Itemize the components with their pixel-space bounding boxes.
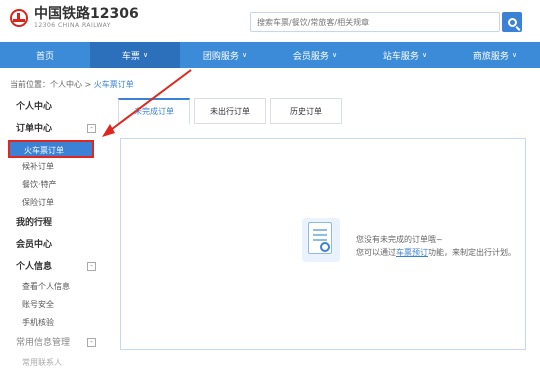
search-input[interactable] — [251, 13, 499, 31]
sidebar-item-insurance[interactable]: 保险订单 — [8, 194, 98, 212]
nav-label: 团购服务 — [202, 51, 239, 62]
sidebar-item-waitlist-orders[interactable]: 候补订单 — [8, 158, 98, 176]
sidebar-order-center[interactable]: 订单中心 - — [8, 118, 98, 140]
search-icon — [507, 17, 517, 27]
collapse-icon[interactable]: - — [87, 124, 96, 133]
chevron-down-icon: ∨ — [241, 51, 248, 59]
logo[interactable]: 中国铁路12306 12306 CHINA RAILWAY — [10, 7, 139, 29]
chevron-down-icon: ∨ — [511, 51, 518, 59]
nav-member[interactable]: 会员服务 ∨ — [270, 42, 360, 68]
sidebar-item-contacts[interactable]: 常用联系人 — [8, 354, 98, 372]
chevron-down-icon: ∨ — [421, 51, 428, 59]
breadcrumb: 当前位置：个人中心 > 火车票订单 — [10, 79, 134, 90]
nav-station[interactable]: 站车服务 ∨ — [360, 42, 450, 68]
arrow-head — [102, 124, 115, 137]
header: 中国铁路12306 12306 CHINA RAILWAY — [0, 0, 540, 42]
logo-subtitle: 12306 CHINA RAILWAY — [34, 22, 111, 29]
collapse-icon[interactable]: - — [87, 338, 96, 347]
nav-label: 首页 — [35, 51, 54, 62]
empty-line-1: 您没有未完成的订单哦~ — [356, 235, 443, 244]
chevron-down-icon: ∨ — [331, 51, 338, 59]
ticket-booking-link[interactable]: 车票预订 — [396, 248, 428, 257]
chevron-down-icon: ∨ — [142, 51, 149, 59]
nav-label: 车票 — [121, 51, 140, 62]
order-tabs: 未完成订单 未出行订单 历史订单 — [118, 98, 346, 124]
sidebar-item-account-security[interactable]: 账号安全 — [8, 296, 98, 314]
sidebar-item-phone-verify[interactable]: 手机核验 — [8, 314, 98, 332]
sidebar-common-info[interactable]: 常用信息管理 - — [8, 332, 98, 354]
breadcrumb-current: 火车票订单 — [93, 80, 134, 89]
nav-home[interactable]: 首页 — [0, 42, 90, 68]
search-button[interactable] — [502, 12, 522, 32]
nav-business[interactable]: 商旅服务 ∨ — [450, 42, 540, 68]
tab-history-orders[interactable]: 历史订单 — [270, 98, 342, 124]
sidebar-label: 个人信息 — [16, 262, 53, 272]
sidebar-label: 订单中心 — [16, 124, 53, 134]
sidebar-item-view-info[interactable]: 查看个人信息 — [8, 278, 98, 296]
nav-group-buy[interactable]: 团购服务 ∨ — [180, 42, 270, 68]
tab-incomplete-orders[interactable]: 未完成订单 — [118, 98, 190, 124]
empty-message: 您没有未完成的订单哦~ 您可以通过车票预订功能，来制定出行计划。 — [356, 233, 516, 259]
sidebar-item-train-orders[interactable]: 火车票订单 — [8, 140, 94, 158]
nav-label: 商旅服务 — [472, 51, 509, 62]
sidebar-my-trip[interactable]: 我的行程 — [8, 212, 98, 234]
nav-label: 会员服务 — [292, 51, 329, 62]
nav-label: 站车服务 — [382, 51, 419, 62]
empty-line-2: 您可以通过车票预订功能，来制定出行计划。 — [356, 246, 516, 259]
search-box — [250, 12, 500, 32]
empty-order-icon — [302, 218, 340, 262]
logo-title: 中国铁路12306 — [34, 6, 139, 22]
railway-logo-icon — [10, 9, 28, 27]
breadcrumb-path[interactable]: 当前位置：个人中心 > — [10, 80, 94, 89]
sidebar-personal-info[interactable]: 个人信息 - — [8, 256, 98, 278]
empty-text-suffix: 功能，来制定出行计划。 — [428, 248, 516, 257]
main-nav: 首页 车票 ∨ 团购服务 ∨ 会员服务 ∨ 站车服务 ∨ 商旅服务 ∨ — [0, 42, 540, 68]
collapse-icon[interactable]: - — [87, 262, 96, 271]
orders-panel: 您没有未完成的订单哦~ 您可以通过车票预订功能，来制定出行计划。 — [120, 138, 526, 350]
empty-text-prefix: 您可以通过 — [356, 248, 396, 257]
sidebar-personal-center[interactable]: 个人中心 — [8, 96, 98, 118]
magnifier-icon — [320, 242, 330, 252]
sidebar: 个人中心 订单中心 - 火车票订单 候补订单 餐饮·特产 保险订单 我的行程 会员… — [8, 96, 98, 372]
tab-untraveled-orders[interactable]: 未出行订单 — [194, 98, 266, 124]
sidebar-member-center[interactable]: 会员中心 — [8, 234, 98, 256]
sidebar-label: 常用信息管理 — [16, 338, 71, 348]
sidebar-item-catering[interactable]: 餐饮·特产 — [8, 176, 98, 194]
nav-tickets[interactable]: 车票 ∨ — [90, 42, 180, 68]
